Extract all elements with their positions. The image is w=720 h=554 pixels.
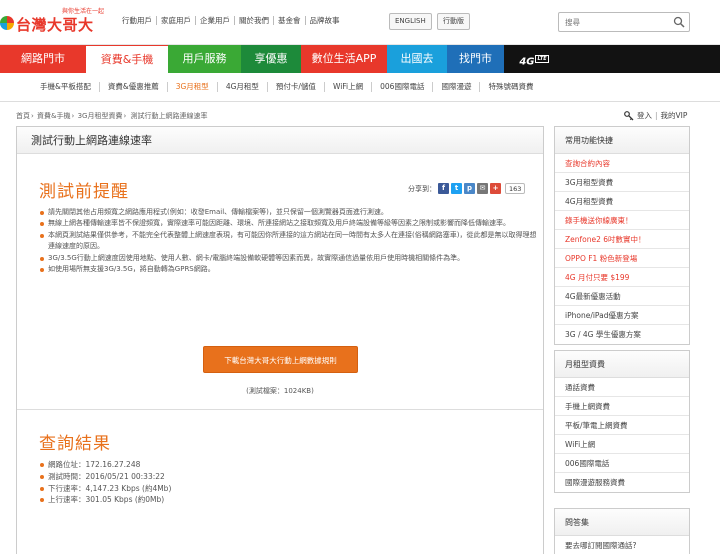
quick-link-item[interactable]: Zenfone2 6吋數實中！ bbox=[555, 230, 689, 249]
share-bar: 分享到： f t p ✉ + 163 bbox=[408, 183, 526, 194]
breadcrumb: 首頁› 資費&手機› 3G月租型資費› 測試行動上網路連線速率 bbox=[16, 112, 208, 120]
breadcrumb-current: 測試行動上網路連線速率 bbox=[130, 112, 208, 120]
facebook-icon[interactable]: f bbox=[438, 183, 449, 194]
top-bar: 與你生活在一起 台灣大哥大 行動用戶 家庭用戶 企業用戶 關於我們 基金會 品牌… bbox=[0, 0, 720, 45]
top-link-business-users[interactable]: 企業用戶 bbox=[196, 16, 235, 25]
user-links: 登入 | 我的VIP bbox=[624, 110, 687, 121]
faq-box: 問答集 要去哪訂閱國際通話? bbox=[554, 508, 690, 554]
sub-nav-wifi[interactable]: WiFi上網 bbox=[325, 82, 373, 92]
speed-test-panel: 測試行動上網路連線速率 測試前提醒 分享到： f t p ✉ + 163 請先關… bbox=[16, 126, 544, 554]
lte-badge: LTE bbox=[535, 55, 549, 63]
sub-nav-rate-recommend[interactable]: 資費&優惠推薦 bbox=[100, 82, 168, 92]
result-test-time: 測試時間：2016/05/21 00:33:22 bbox=[39, 471, 171, 483]
rate-link-item[interactable]: 國際漫遊服務資費 bbox=[555, 473, 689, 492]
nav-tab-rates-phones[interactable]: 資費&手機 bbox=[86, 45, 168, 73]
rate-link-item[interactable]: WiFi上網 bbox=[555, 435, 689, 454]
nav-tab-digital-life-app[interactable]: 數位生活APP bbox=[301, 45, 387, 73]
rate-link-item[interactable]: 通話資費 bbox=[555, 378, 689, 397]
sub-nav-006-intl[interactable]: 006國際電話 bbox=[372, 82, 434, 92]
quick-link-item[interactable]: 4G月租型資費 bbox=[555, 192, 689, 211]
brand-name: 台灣大哥大 bbox=[16, 16, 94, 34]
quick-link-item[interactable]: 錄手機送你線廣東！ bbox=[555, 211, 689, 230]
breadcrumb-home[interactable]: 首頁 bbox=[16, 112, 30, 120]
quick-link-item[interactable]: 3G月租型資費 bbox=[555, 173, 689, 192]
sub-nav-4g-monthly[interactable]: 4G月租型 bbox=[218, 82, 268, 92]
sub-nav-prepaid[interactable]: 預付卡/儲值 bbox=[268, 82, 325, 92]
quick-link-item[interactable]: iPhone/iPad優惠方案 bbox=[555, 306, 689, 325]
quick-link-item[interactable]: 4G最新優惠活動 bbox=[555, 287, 689, 306]
rate-link-item[interactable]: 手機上網資費 bbox=[555, 397, 689, 416]
nav-tab-offers[interactable]: 享優惠 bbox=[241, 45, 301, 73]
sub-nav-special-numbers[interactable]: 特殊號碼資費 bbox=[480, 82, 541, 92]
key-icon bbox=[624, 110, 634, 120]
top-link-mobile-users[interactable]: 行動用戶 bbox=[118, 16, 157, 25]
plurk-icon[interactable]: p bbox=[464, 183, 475, 194]
search-icon[interactable] bbox=[673, 16, 685, 28]
main-nav: 網路門市 資費&手機 用戶服務 享優惠 數位生活APP 出國去 找門市 4G LT… bbox=[0, 45, 720, 73]
top-link-foundation[interactable]: 基金會 bbox=[274, 16, 306, 25]
share-label: 分享到： bbox=[408, 184, 436, 193]
monthly-rates-box: 月租型資費 通話資費 手機上網資費 平板/筆電上網資費 WiFi上網 006國際… bbox=[554, 350, 690, 493]
test-file-size: (測試檔案：1024KB) bbox=[246, 387, 314, 395]
email-icon[interactable]: ✉ bbox=[477, 183, 488, 194]
mobile-version-button[interactable]: 行動版 bbox=[437, 13, 470, 30]
quick-link-item[interactable]: 查詢合約內容 bbox=[555, 154, 689, 173]
brand-logo-icon bbox=[0, 16, 14, 30]
nav-tab-online-store[interactable]: 網路門市 bbox=[0, 45, 86, 73]
faq-link-item[interactable]: 要去哪訂閱國際通話? bbox=[555, 536, 689, 554]
reminder-item: 無線上網各種傳輸速率皆不保證頻寬，實際速率可能因距離、環境、所連接網站之接取頻寬… bbox=[39, 218, 539, 229]
reminder-heading: 測試前提醒 bbox=[39, 182, 129, 202]
quick-links-title: 常用功能快捷 bbox=[555, 127, 689, 154]
my-vip-link[interactable]: 我的VIP bbox=[661, 110, 688, 121]
top-link-about-us[interactable]: 關於我們 bbox=[235, 16, 274, 25]
english-button[interactable]: ENGLISH bbox=[389, 13, 432, 30]
top-links: 行動用戶 家庭用戶 企業用戶 關於我們 基金會 品牌故事 bbox=[118, 16, 344, 25]
results-heading: 查詢結果 bbox=[39, 434, 111, 454]
share-count: 163 bbox=[505, 183, 526, 194]
brand-logo[interactable]: 與你生活在一起 台灣大哥大 bbox=[0, 6, 110, 38]
quick-link-item[interactable]: 4G 月付只要 $199 bbox=[555, 268, 689, 287]
quick-links-box: 常用功能快捷 查詢合約內容 3G月租型資費 4G月租型資費 錄手機送你線廣東！ … bbox=[554, 126, 690, 345]
sub-nav-roaming[interactable]: 國際漫遊 bbox=[433, 82, 481, 92]
result-download-rate: 下行速率：4,147.23 Kbps (約4Mb) bbox=[39, 483, 171, 495]
download-rules-button[interactable]: 下載台灣大哥大行動上網數據規則 bbox=[203, 346, 358, 373]
monthly-rates-title: 月租型資費 bbox=[555, 351, 689, 378]
result-upload-rate: 上行速率：301.05 Kbps (約0Mb) bbox=[39, 494, 171, 506]
breadcrumb-rates-phones[interactable]: 資費&手機 bbox=[37, 112, 70, 120]
search-box bbox=[558, 12, 690, 32]
reminder-list: 請先關閉其他占用頻寬之網路應用程式(例如：收發Email、傳輸檔案等)，並只保留… bbox=[39, 207, 539, 275]
reminder-item: 如使用場所無支援3G/3.5G，將自動轉為GPRS網路。 bbox=[39, 264, 539, 275]
quick-link-item[interactable]: 3G / 4G 學生優惠方案 bbox=[555, 325, 689, 344]
sub-nav-phones-tablets[interactable]: 手機&平板搭配 bbox=[32, 82, 100, 92]
quick-link-item[interactable]: OPPO F1 粉色新登場 bbox=[555, 249, 689, 268]
twitter-icon[interactable]: t bbox=[451, 183, 462, 194]
breadcrumb-3g-rates[interactable]: 3G月租型資費 bbox=[78, 112, 123, 120]
sub-nav: 手機&平板搭配 資費&優惠推薦 3G月租型 4G月租型 預付卡/儲值 WiFi上… bbox=[0, 73, 720, 102]
plus-share-icon[interactable]: + bbox=[490, 183, 501, 194]
page-title: 測試行動上網路連線速率 bbox=[17, 127, 543, 154]
nav-tab-find-store[interactable]: 找門市 bbox=[447, 45, 504, 73]
nav-4g-label: 4G bbox=[519, 56, 535, 68]
nav-tab-4g-lte[interactable]: 4G LTE bbox=[504, 45, 564, 73]
results-list: 網路位址：172.16.27.248 測試時間：2016/05/21 00:33… bbox=[39, 459, 171, 506]
sub-nav-3g-monthly[interactable]: 3G月租型 bbox=[168, 82, 218, 92]
section-divider bbox=[17, 409, 543, 410]
top-link-home-users[interactable]: 家庭用戶 bbox=[157, 16, 196, 25]
top-link-brand-story[interactable]: 品牌故事 bbox=[306, 16, 344, 25]
rate-link-item[interactable]: 006國際電話 bbox=[555, 454, 689, 473]
reminder-item: 請先關閉其他占用頻寬之網路應用程式(例如：收發Email、傳輸檔案等)，並只保留… bbox=[39, 207, 539, 218]
nav-tab-go-abroad[interactable]: 出國去 bbox=[387, 45, 447, 73]
login-link[interactable]: 登入 bbox=[637, 110, 652, 121]
search-input[interactable] bbox=[559, 13, 669, 31]
faq-title: 問答集 bbox=[555, 509, 689, 536]
nav-tab-user-service[interactable]: 用戶服務 bbox=[168, 45, 241, 73]
reminder-item: 3G/3.5G行動上網速度因使用地點、使用人數、網卡/電腦終端設備軟硬體等因素而… bbox=[39, 253, 539, 264]
result-ip-address: 網路位址：172.16.27.248 bbox=[39, 459, 171, 471]
reminder-item: 本網頁測試結果僅供參考，不能完全代表整體上網速度表現，有可能因你所連接的這方網站… bbox=[39, 230, 539, 253]
rate-link-item[interactable]: 平板/筆電上網資費 bbox=[555, 416, 689, 435]
